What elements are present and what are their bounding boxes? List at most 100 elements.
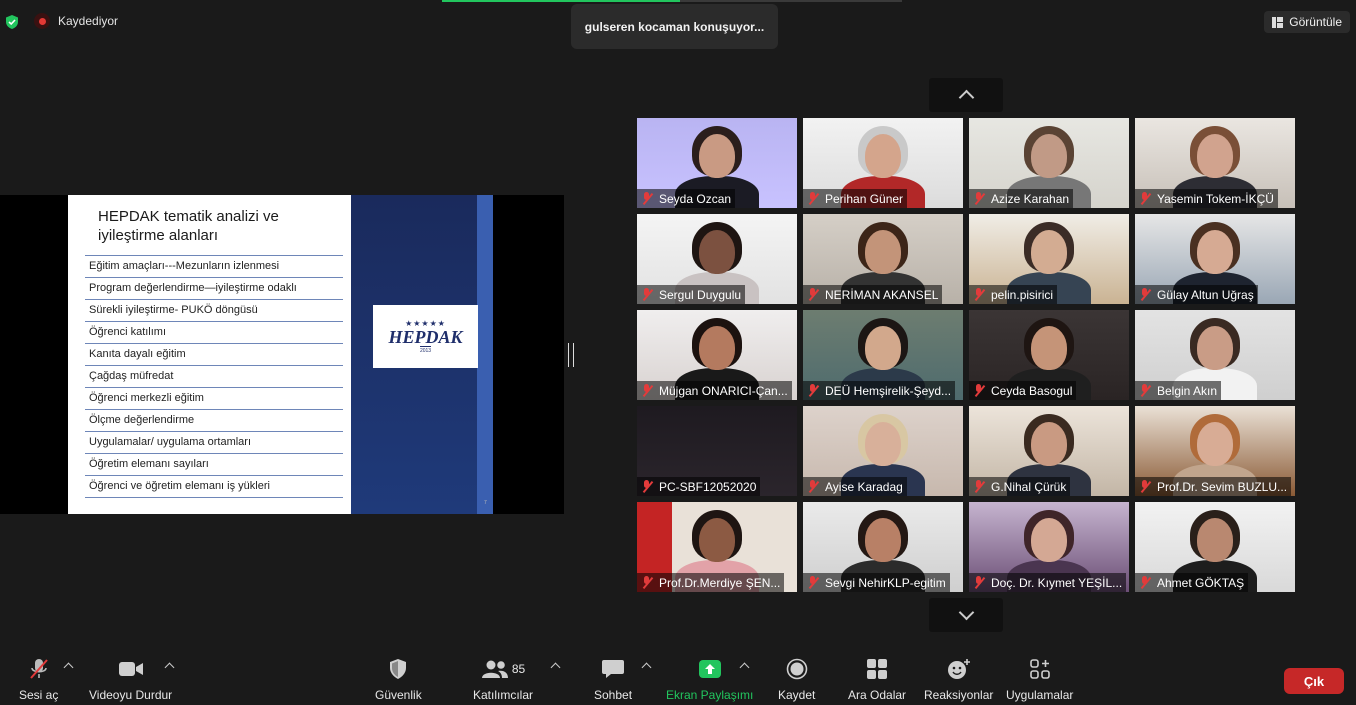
view-button[interactable]: Görüntüle: [1264, 11, 1350, 33]
participant-tile[interactable]: Doç. Dr. Kıymet YEŞİL...: [969, 502, 1129, 592]
logo-year: 2013: [419, 345, 432, 354]
participant-face: [1197, 422, 1233, 466]
participants-count: 85: [511, 662, 526, 676]
participant-name: Ayise Karadag: [825, 479, 903, 494]
audio-options-caret[interactable]: [63, 662, 74, 673]
participant-nameplate: Belgin Akın: [1135, 381, 1222, 400]
participant-tile[interactable]: Azize Karahan: [969, 118, 1129, 208]
participant-tile[interactable]: Yasemin Tokem-İKÇÜ: [1135, 118, 1295, 208]
participant-name: Prof.Dr.Merdiye ŞEN...: [659, 575, 781, 590]
share-indicator-bar: [442, 0, 680, 2]
reactions-button[interactable]: Reaksiyonlar: [924, 650, 993, 702]
participant-tile[interactable]: Prof.Dr.Merdiye ŞEN...: [637, 502, 797, 592]
slide-list-item: Öğrenci ve öğretim elemanı iş yükleri: [85, 476, 343, 498]
share-screen-icon: [698, 660, 721, 678]
breakout-rooms-button[interactable]: Ara Odalar: [848, 650, 906, 702]
participant-tile[interactable]: NERİMAN AKANSEL: [803, 214, 963, 304]
participant-tile[interactable]: Ceyda Basogul: [969, 310, 1129, 400]
microphone-muted-icon: [973, 576, 985, 589]
microphone-muted-icon: [807, 288, 819, 301]
participant-nameplate: Seyda Ozcan: [637, 189, 736, 208]
participant-face: [865, 326, 901, 370]
microphone-muted-icon: [807, 384, 819, 397]
participant-name: Yasemin Tokem-İKÇÜ: [1157, 191, 1274, 206]
apps-button[interactable]: Uygulamalar: [1006, 650, 1073, 702]
participant-face: [1031, 518, 1067, 562]
gallery-next-button[interactable]: [929, 598, 1003, 632]
slide-list-item: Eğitim amaçları---Mezunların izlenmesi: [85, 255, 343, 278]
participant-name: NERİMAN AKANSEL: [825, 287, 939, 302]
splitter-handle[interactable]: [568, 343, 574, 367]
meeting-toolbar: Sesi aç Videoyu Durdur Güvenlik 85 Katıl…: [0, 650, 1356, 705]
apps-icon: [1029, 659, 1050, 679]
participant-face: [1031, 134, 1067, 178]
participant-face: [1031, 422, 1067, 466]
participant-name: PC-SBF12052020: [659, 479, 757, 494]
participant-face: [1197, 326, 1233, 370]
hepdak-logo: ★★★★★ HEPDAK 2013: [373, 305, 478, 368]
microphone-muted-icon: [641, 288, 653, 301]
share-indicator-track: [680, 0, 902, 2]
chat-options-caret[interactable]: [641, 662, 652, 673]
microphone-muted-icon: [641, 384, 653, 397]
slide-list-item: Öğrenci merkezli eğitim: [85, 388, 343, 410]
participant-nameplate: pelin.pisirici: [969, 285, 1058, 304]
participant-tile[interactable]: Seyda Ozcan: [637, 118, 797, 208]
microphone-muted-icon: [807, 480, 819, 493]
participant-nameplate: PC-SBF12052020: [637, 477, 761, 496]
participant-tile[interactable]: Prof.Dr. Sevim BUZLU...: [1135, 406, 1295, 496]
participant-tile[interactable]: Müjgan ONARICI-Çan...: [637, 310, 797, 400]
participant-tile[interactable]: G.Nihal Çürük: [969, 406, 1129, 496]
participant-name: Prof.Dr. Sevim BUZLU...: [1157, 479, 1288, 494]
participant-name: Sergul Duygulu: [659, 287, 742, 302]
participant-nameplate: Müjgan ONARICI-Çan...: [637, 381, 792, 400]
participant-tile[interactable]: Sevgi NehirKLP-egitim: [803, 502, 963, 592]
slide-page-number: 7: [484, 500, 487, 506]
shield-check-icon[interactable]: [4, 14, 20, 30]
participant-nameplate: Ahmet GÖKTAŞ: [1135, 573, 1249, 592]
participant-face: [1197, 230, 1233, 274]
microphone-muted-icon: [1139, 192, 1151, 205]
stop-video-label: Videoyu Durdur: [89, 688, 173, 702]
unmute-label: Sesi aç: [19, 688, 59, 702]
participant-name: Perihan Güner: [825, 191, 904, 206]
apps-label: Uygulamalar: [1006, 688, 1074, 702]
record-dot-icon: [34, 13, 50, 29]
gallery-prev-button[interactable]: [929, 78, 1003, 112]
slide-list-item: Uygulamalar/ uygulama ortamları: [85, 432, 343, 454]
slide-list-item: Öğrenci katılımı: [85, 322, 343, 344]
leave-meeting-button[interactable]: Çık: [1284, 668, 1344, 694]
participant-name: Müjgan ONARICI-Çan...: [659, 383, 788, 398]
participant-tile[interactable]: Perihan Güner: [803, 118, 963, 208]
unmute-button[interactable]: Sesi aç: [19, 650, 58, 702]
shared-screen[interactable]: HEPDAK tematik analizi ve iyileştirme al…: [0, 195, 564, 514]
stop-video-button[interactable]: Videoyu Durdur: [89, 650, 172, 702]
participant-tile[interactable]: pelin.pisirici: [969, 214, 1129, 304]
microphone-muted-icon: [807, 576, 819, 589]
participant-tile[interactable]: Ayise Karadag: [803, 406, 963, 496]
recording-indicator[interactable]: Kaydediyor: [34, 13, 118, 29]
share-screen-button[interactable]: Ekran Paylaşımı: [666, 650, 753, 702]
record-button[interactable]: Kaydet: [778, 650, 815, 702]
participant-nameplate: Doç. Dr. Kıymet YEŞİL...: [969, 573, 1127, 592]
microphone-muted-icon: [1139, 480, 1151, 493]
participant-tile[interactable]: PC-SBF12052020: [637, 406, 797, 496]
participant-tile[interactable]: DEÜ Hemşirelik-Şeyd...: [803, 310, 963, 400]
participant-tile[interactable]: Belgin Akın: [1135, 310, 1295, 400]
participant-tile[interactable]: Sergul Duygulu: [637, 214, 797, 304]
security-button[interactable]: Güvenlik: [375, 650, 422, 702]
microphone-muted-icon: [1139, 384, 1151, 397]
chat-button[interactable]: Sohbet: [594, 650, 632, 702]
participants-button[interactable]: 85 Katılımcılar: [473, 650, 533, 702]
participant-name: Seyda Ozcan: [659, 191, 732, 206]
participant-tile[interactable]: Gülay Altun Uğraş: [1135, 214, 1295, 304]
participant-nameplate: Gülay Altun Uğraş: [1135, 285, 1258, 304]
microphone-muted-icon: [973, 288, 985, 301]
chat-bubble-icon: [602, 660, 625, 678]
reactions-label: Reaksiyonlar: [924, 688, 994, 702]
participant-tile[interactable]: Ahmet GÖKTAŞ: [1135, 502, 1295, 592]
slide-title: HEPDAK tematik analizi ve iyileştirme al…: [98, 207, 308, 245]
breakout-rooms-label: Ara Odalar: [848, 688, 907, 702]
smiley-plus-icon: [947, 659, 970, 679]
participants-options-caret[interactable]: [550, 662, 561, 673]
